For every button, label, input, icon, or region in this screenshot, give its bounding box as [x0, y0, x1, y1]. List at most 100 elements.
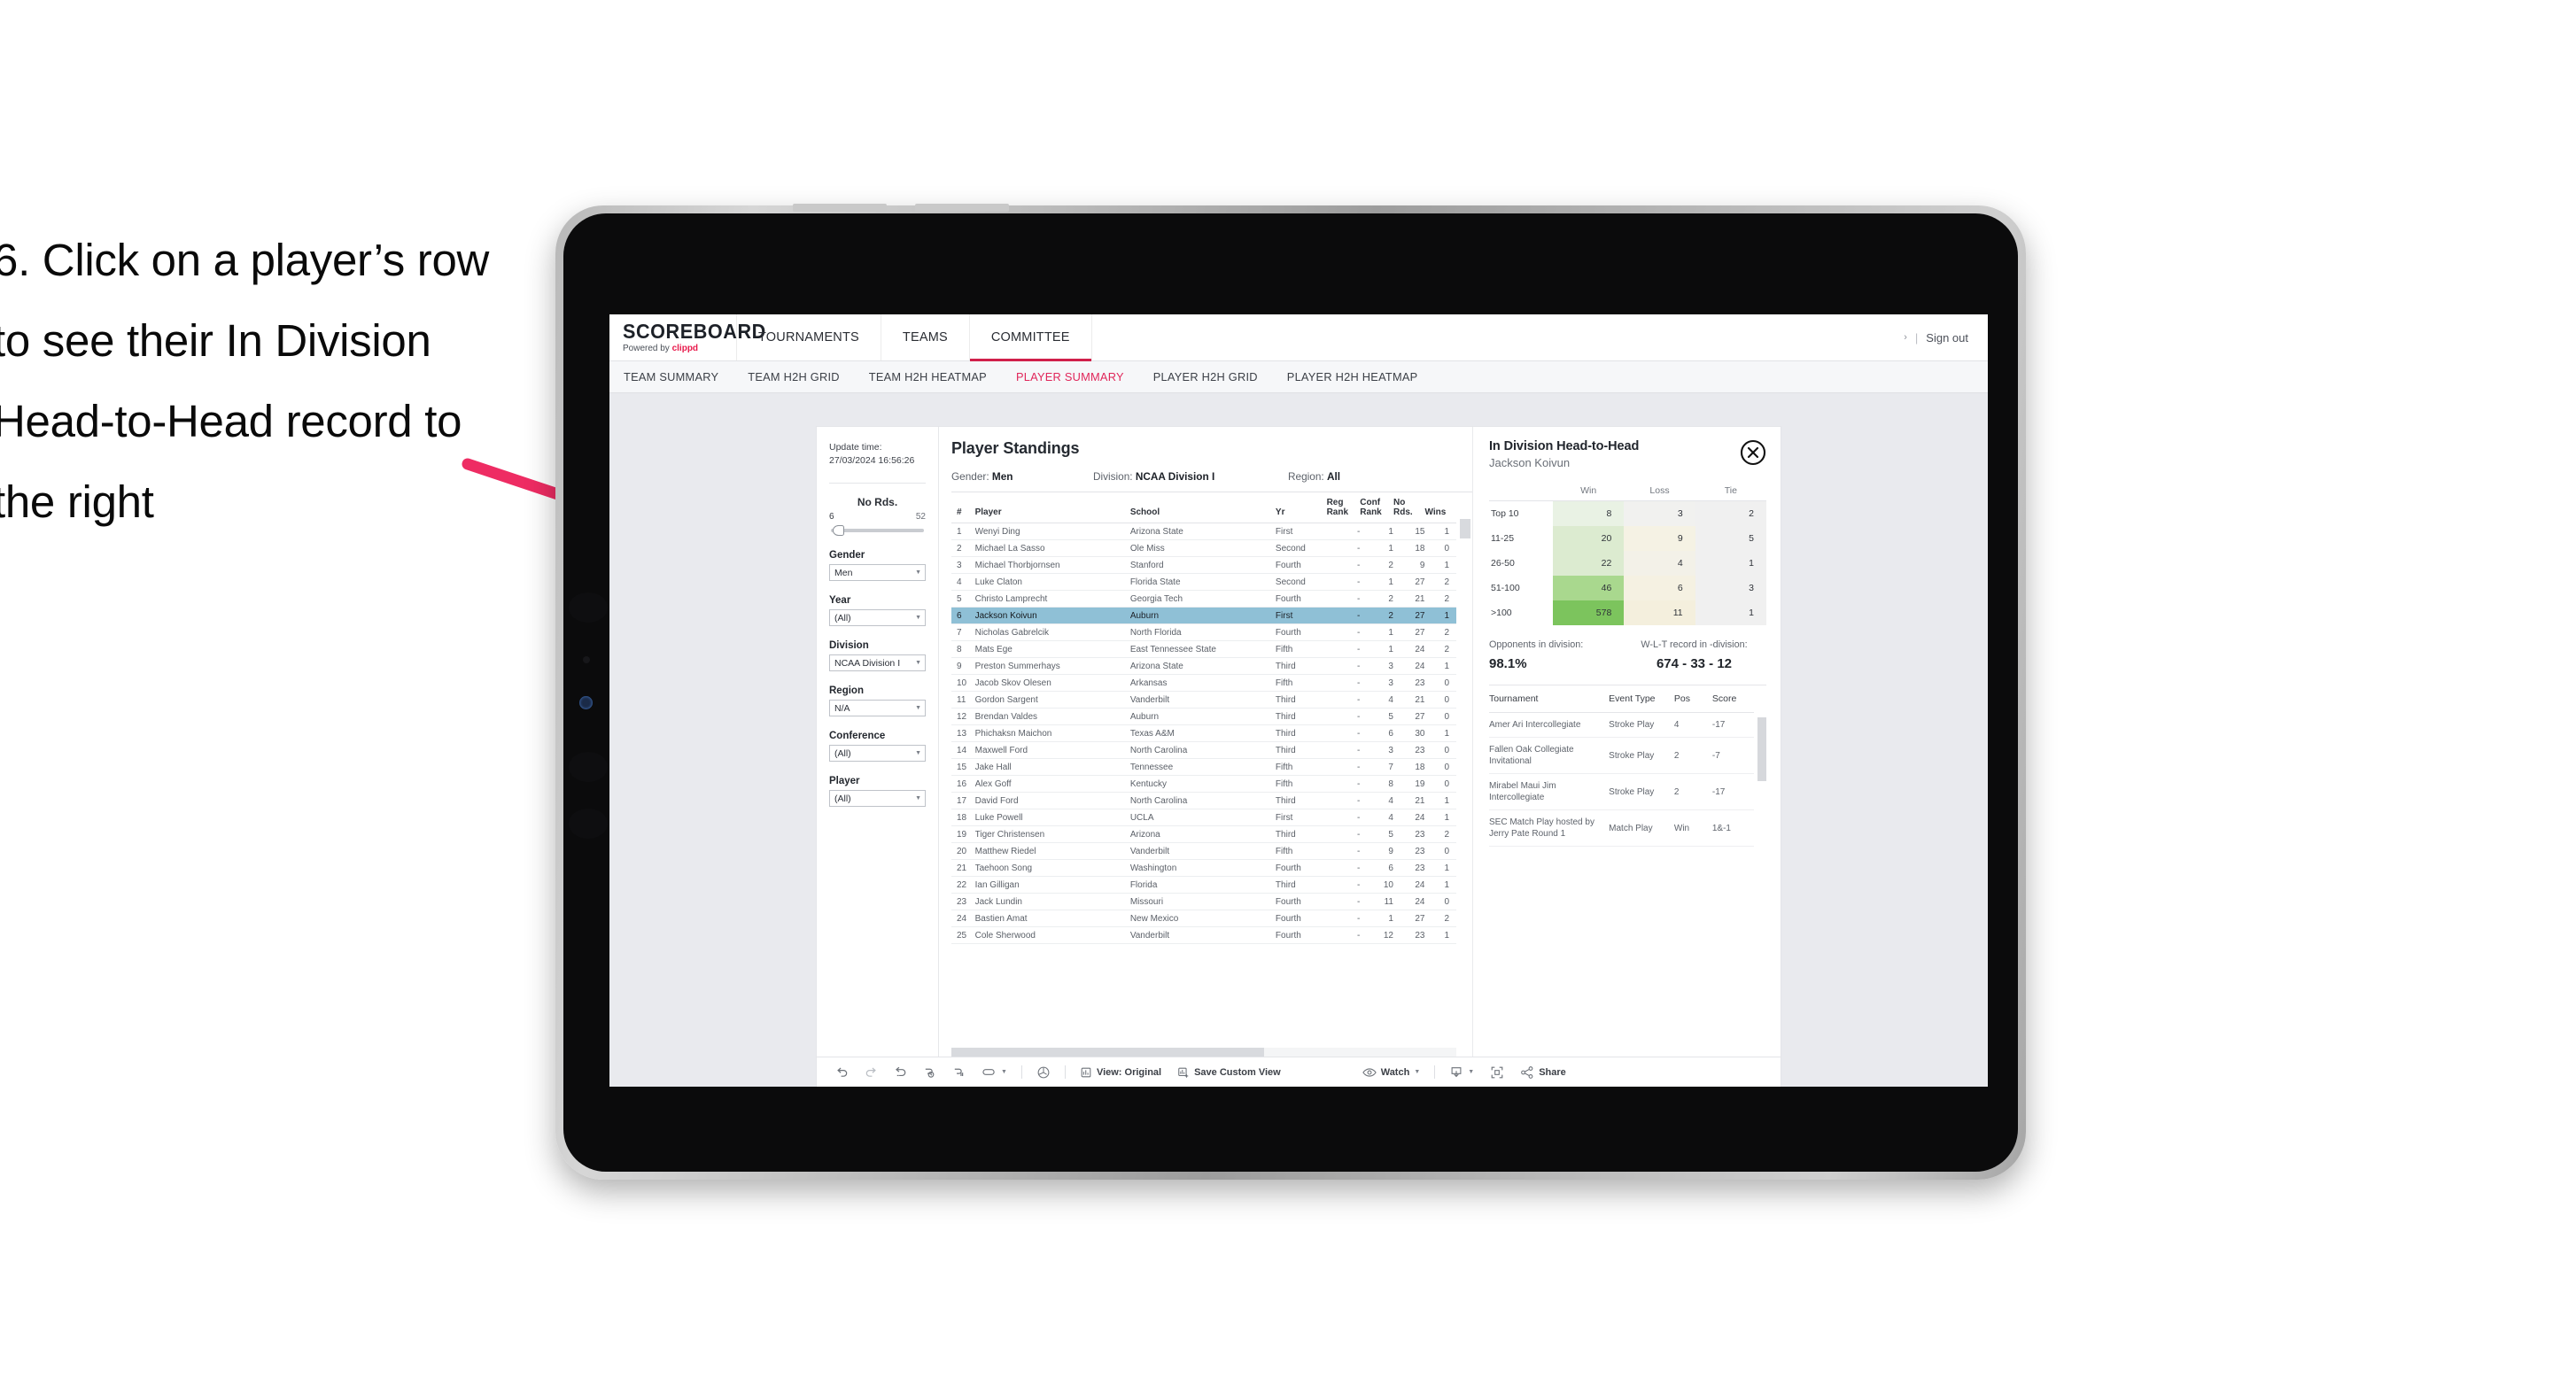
watch-button[interactable]: Watch ▼ — [1354, 1066, 1429, 1079]
table-row[interactable]: 21 Taehoon Song Washington Fourth -6 23 1 — [951, 859, 1456, 878]
col-yr[interactable]: Yr — [1275, 492, 1327, 524]
table-row[interactable]: 24 Bastien Amat New Mexico Fourth -1 27 2 — [951, 910, 1456, 928]
filter-summary-region-label: Region: — [1288, 470, 1327, 483]
watch-label: Watch — [1380, 1066, 1410, 1078]
list-item[interactable]: SEC Match Play hosted by Jerry Pate Roun… — [1489, 809, 1754, 847]
col-wins[interactable]: Wins — [1424, 492, 1456, 524]
screenshot-root: 6. Click on a player’s row to see their … — [0, 0, 2576, 1386]
pause-button[interactable] — [944, 1065, 974, 1079]
filter-gender-label: Gender — [829, 550, 865, 561]
nav-committee[interactable]: COMMITTEE — [969, 314, 1092, 361]
table-row[interactable]: 9 Preston Summerhays Arizona State Third -3 2… — [951, 657, 1456, 676]
cell-player: Jake Hall — [974, 758, 1130, 777]
filter-region-select[interactable]: N/A ▼ — [829, 700, 926, 717]
table-row[interactable]: 15 Jake Hall Tennessee Fifth -7 18 0 — [951, 758, 1456, 777]
tab-team-h2h-grid[interactable]: TEAM H2H GRID — [748, 370, 840, 383]
tab-player-summary[interactable]: PLAYER SUMMARY — [1016, 370, 1124, 383]
pill-dropdown[interactable]: ▼ — [974, 1065, 1015, 1079]
table-row[interactable]: 12 Brendan Valdes Auburn Third -5 27 0 — [951, 708, 1456, 726]
col-rank[interactable]: # — [951, 492, 975, 524]
table-row[interactable]: 14 Maxwell Ford North Carolina Third -3 23 0 — [951, 741, 1456, 760]
cell-yr: Fifth — [1275, 842, 1327, 861]
table-row[interactable]: 18 Luke Powell UCLA First -4 24 1 — [951, 809, 1456, 827]
standings-hscroll-thumb[interactable] — [951, 1048, 1265, 1057]
table-row[interactable]: 8 Mats Ege East Tennessee State Fifth -1 24 2 — [951, 640, 1456, 659]
nav-tournaments[interactable]: TOURNAMENTS — [737, 314, 881, 360]
table-row[interactable]: 6 Jackson Koivun Auburn First -2 27 1 — [951, 607, 1456, 625]
table-row[interactable]: 4 Luke Claton Florida State Second -1 27 2 — [951, 573, 1456, 592]
heatmap-row: 26-50 22 4 1 — [1489, 551, 1766, 576]
tab-player-h2h-heatmap[interactable]: PLAYER H2H HEATMAP — [1287, 370, 1418, 383]
list-item[interactable]: Mirabel Maui Jim Intercollegiate Stroke P… — [1489, 773, 1754, 810]
table-row[interactable]: 10 Jacob Skov Olesen Arkansas Fifth -3 23 0 — [951, 674, 1456, 693]
download-button[interactable]: ▼ — [1441, 1065, 1482, 1080]
table-row[interactable]: 5 Christo Lamprecht Georgia Tech Fourth -2 21… — [951, 590, 1456, 608]
table-row[interactable]: 25 Cole Sherwood Vanderbilt Fourth -12 23 1 — [951, 926, 1456, 945]
undo-icon — [837, 1067, 848, 1077]
sign-out-link[interactable]: Sign out — [1926, 331, 1968, 345]
table-row[interactable]: 11 Gordon Sargent Vanderbilt Third -4 21 0 — [951, 691, 1456, 709]
cell-player: Jack Lundin — [974, 893, 1130, 911]
share-button[interactable]: Share — [1512, 1065, 1574, 1080]
tab-team-h2h-heatmap[interactable]: TEAM H2H HEATMAP — [869, 370, 987, 383]
revert-button[interactable] — [886, 1065, 915, 1079]
table-row[interactable]: 1 Wenyi Ding Arizona State First -1 15 1 — [951, 523, 1456, 541]
table-row[interactable]: 23 Jack Lundin Missouri Fourth -11 24 0 — [951, 893, 1456, 911]
col-player[interactable]: Player — [974, 492, 1130, 524]
table-row[interactable]: 20 Matthew Riedel Vanderbilt Fifth -9 23 0 — [951, 842, 1456, 861]
col-school[interactable]: School — [1129, 492, 1276, 524]
table-row[interactable]: 3 Michael Thorbjornsen Stanford Fourth -2 9 1 — [951, 556, 1456, 575]
cell-conf: 1 — [1360, 523, 1393, 541]
tablet-camera-dot — [579, 696, 593, 709]
view-original-button[interactable]: View: Original — [1072, 1066, 1169, 1079]
no-rounds-slider-handle[interactable] — [833, 525, 844, 537]
filter-year-select[interactable]: (All) ▼ — [829, 609, 926, 627]
col-no-rds[interactable]: No Rds. — [1393, 492, 1425, 524]
cell-reg: - — [1326, 825, 1361, 844]
standings-horizontal-scrollbar[interactable] — [951, 1048, 1456, 1057]
cell-school: Arizona State — [1129, 657, 1276, 676]
refresh-icon — [925, 1068, 935, 1078]
tournament-type: Stroke Play — [1609, 712, 1674, 738]
tournament-scrollbar[interactable] — [1757, 717, 1766, 781]
nav-teams[interactable]: TEAMS — [881, 314, 970, 360]
list-item[interactable]: Fallen Oak Collegiate Invitational Stroke… — [1489, 737, 1754, 774]
cell-nords: 21 — [1393, 691, 1425, 709]
redo-button[interactable] — [857, 1065, 886, 1079]
refresh-button[interactable] — [915, 1065, 944, 1079]
col-reg-rank[interactable]: Reg Rank — [1326, 492, 1361, 524]
presentation-button[interactable] — [1028, 1065, 1059, 1080]
heatmap-cell-win: 46 — [1553, 576, 1625, 600]
cell-yr: Third — [1275, 657, 1327, 676]
tournament-pos: 4 — [1673, 712, 1712, 738]
col-conf-rank[interactable]: Conf Rank — [1360, 492, 1393, 524]
table-row[interactable]: 7 Nicholas Gabrelcik North Florida Fourth -1… — [951, 623, 1456, 642]
cell-n: 18 — [951, 809, 975, 827]
list-item[interactable]: Amer Ari Intercollegiate Stroke Play 4 -17 — [1489, 712, 1754, 738]
filter-region: Region N/A ▼ — [829, 685, 926, 717]
close-circle-icon[interactable] — [1740, 439, 1766, 466]
table-row[interactable]: 2 Michael La Sasso Ole Miss Second -1 18 0 — [951, 539, 1456, 558]
h2h-header: In Division Head-to-Head Jackson Koivun — [1489, 439, 1766, 469]
filter-gender-select[interactable]: Men ▼ — [829, 564, 926, 582]
no-rounds-slider[interactable] — [831, 525, 924, 537]
table-row[interactable]: 13 Phichaksn Maichon Texas A&M Third -6 30 1 — [951, 724, 1456, 743]
tournament-type: Stroke Play — [1609, 773, 1674, 810]
undo-button[interactable] — [827, 1065, 857, 1079]
tab-team-summary[interactable]: TEAM SUMMARY — [624, 370, 718, 383]
tab-player-h2h-grid[interactable]: PLAYER H2H GRID — [1153, 370, 1258, 383]
table-row[interactable]: 16 Alex Goff Kentucky Fifth -8 19 0 — [951, 775, 1456, 794]
fullscreen-button[interactable] — [1482, 1065, 1512, 1080]
table-row[interactable]: 22 Ian Gilligan Florida Third -10 24 1 — [951, 876, 1456, 894]
table-row[interactable]: 17 David Ford North Carolina Third -4 21 1 — [951, 792, 1456, 810]
table-row[interactable]: 19 Tiger Christensen Arizona Third -5 23 2 — [951, 825, 1456, 844]
filter-conference-select[interactable]: (All) ▼ — [829, 745, 926, 763]
h2h-title: In Division Head-to-Head — [1489, 439, 1640, 453]
account-chevron-icon[interactable]: › — [1904, 332, 1907, 343]
save-custom-view-button[interactable]: Save Custom View — [1169, 1066, 1289, 1079]
update-time-value: 27/03/2024 16:56:26 — [829, 455, 915, 467]
filter-player-select[interactable]: (All) ▼ — [829, 790, 926, 808]
standings-vertical-scrollbar[interactable] — [1460, 519, 1470, 538]
page-title: Player Standings — [951, 439, 1080, 457]
filter-division-select[interactable]: NCAA Division I ▼ — [829, 654, 926, 672]
